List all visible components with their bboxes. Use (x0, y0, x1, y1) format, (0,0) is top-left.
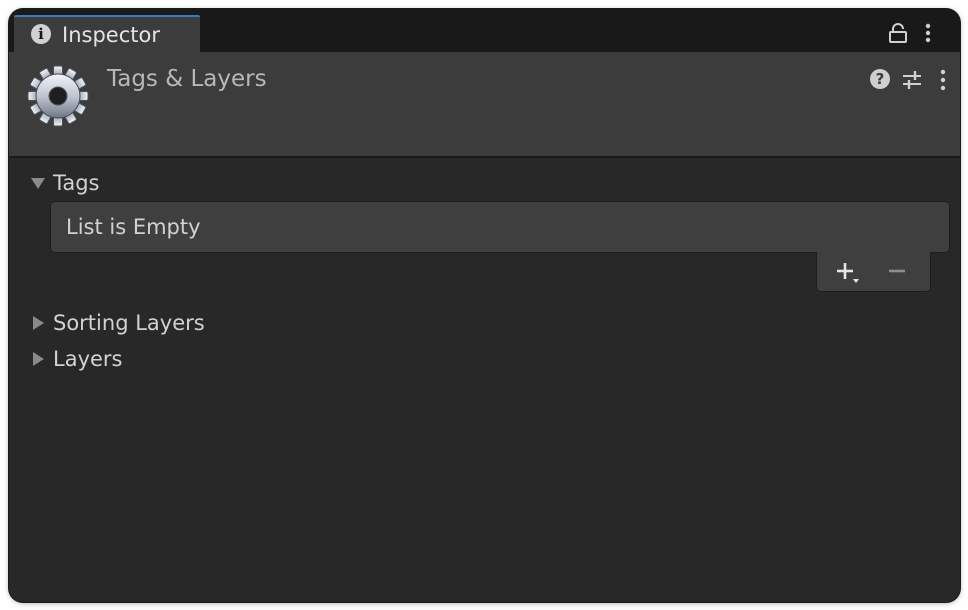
tab-menu-icon[interactable] (923, 22, 933, 44)
foldout-label-tags: Tags (53, 171, 100, 195)
lock-icon[interactable] (887, 23, 909, 43)
remove-icon[interactable] (887, 260, 907, 284)
help-icon[interactable]: ? (870, 69, 890, 89)
tags-list: List is Empty (50, 201, 950, 253)
gear-icon (27, 65, 89, 127)
triangle-down-icon (31, 178, 45, 189)
foldout-label-layers: Layers (53, 347, 123, 371)
list-empty-text: List is Empty (66, 215, 201, 239)
tab-inspector[interactable]: i Inspector (14, 15, 200, 52)
page-title: Tags & Layers (107, 66, 267, 92)
tab-label: Inspector (62, 23, 160, 47)
inspector-window: i Inspector Tags & Layers ? Tags List is… (9, 9, 960, 602)
list-footer (816, 252, 931, 292)
inspector-header: Tags & Layers ? (9, 52, 960, 158)
add-icon[interactable] (835, 260, 861, 284)
tab-bar: i Inspector (9, 9, 960, 52)
preset-icon[interactable] (901, 69, 923, 91)
triangle-right-icon (33, 352, 44, 366)
info-icon: i (31, 24, 51, 44)
inspector-content: Tags List is Empty Sorting Layers Layers (9, 158, 960, 602)
triangle-right-icon (33, 316, 44, 330)
header-menu-icon[interactable] (938, 68, 948, 92)
foldout-label-sorting-layers: Sorting Layers (53, 311, 205, 335)
